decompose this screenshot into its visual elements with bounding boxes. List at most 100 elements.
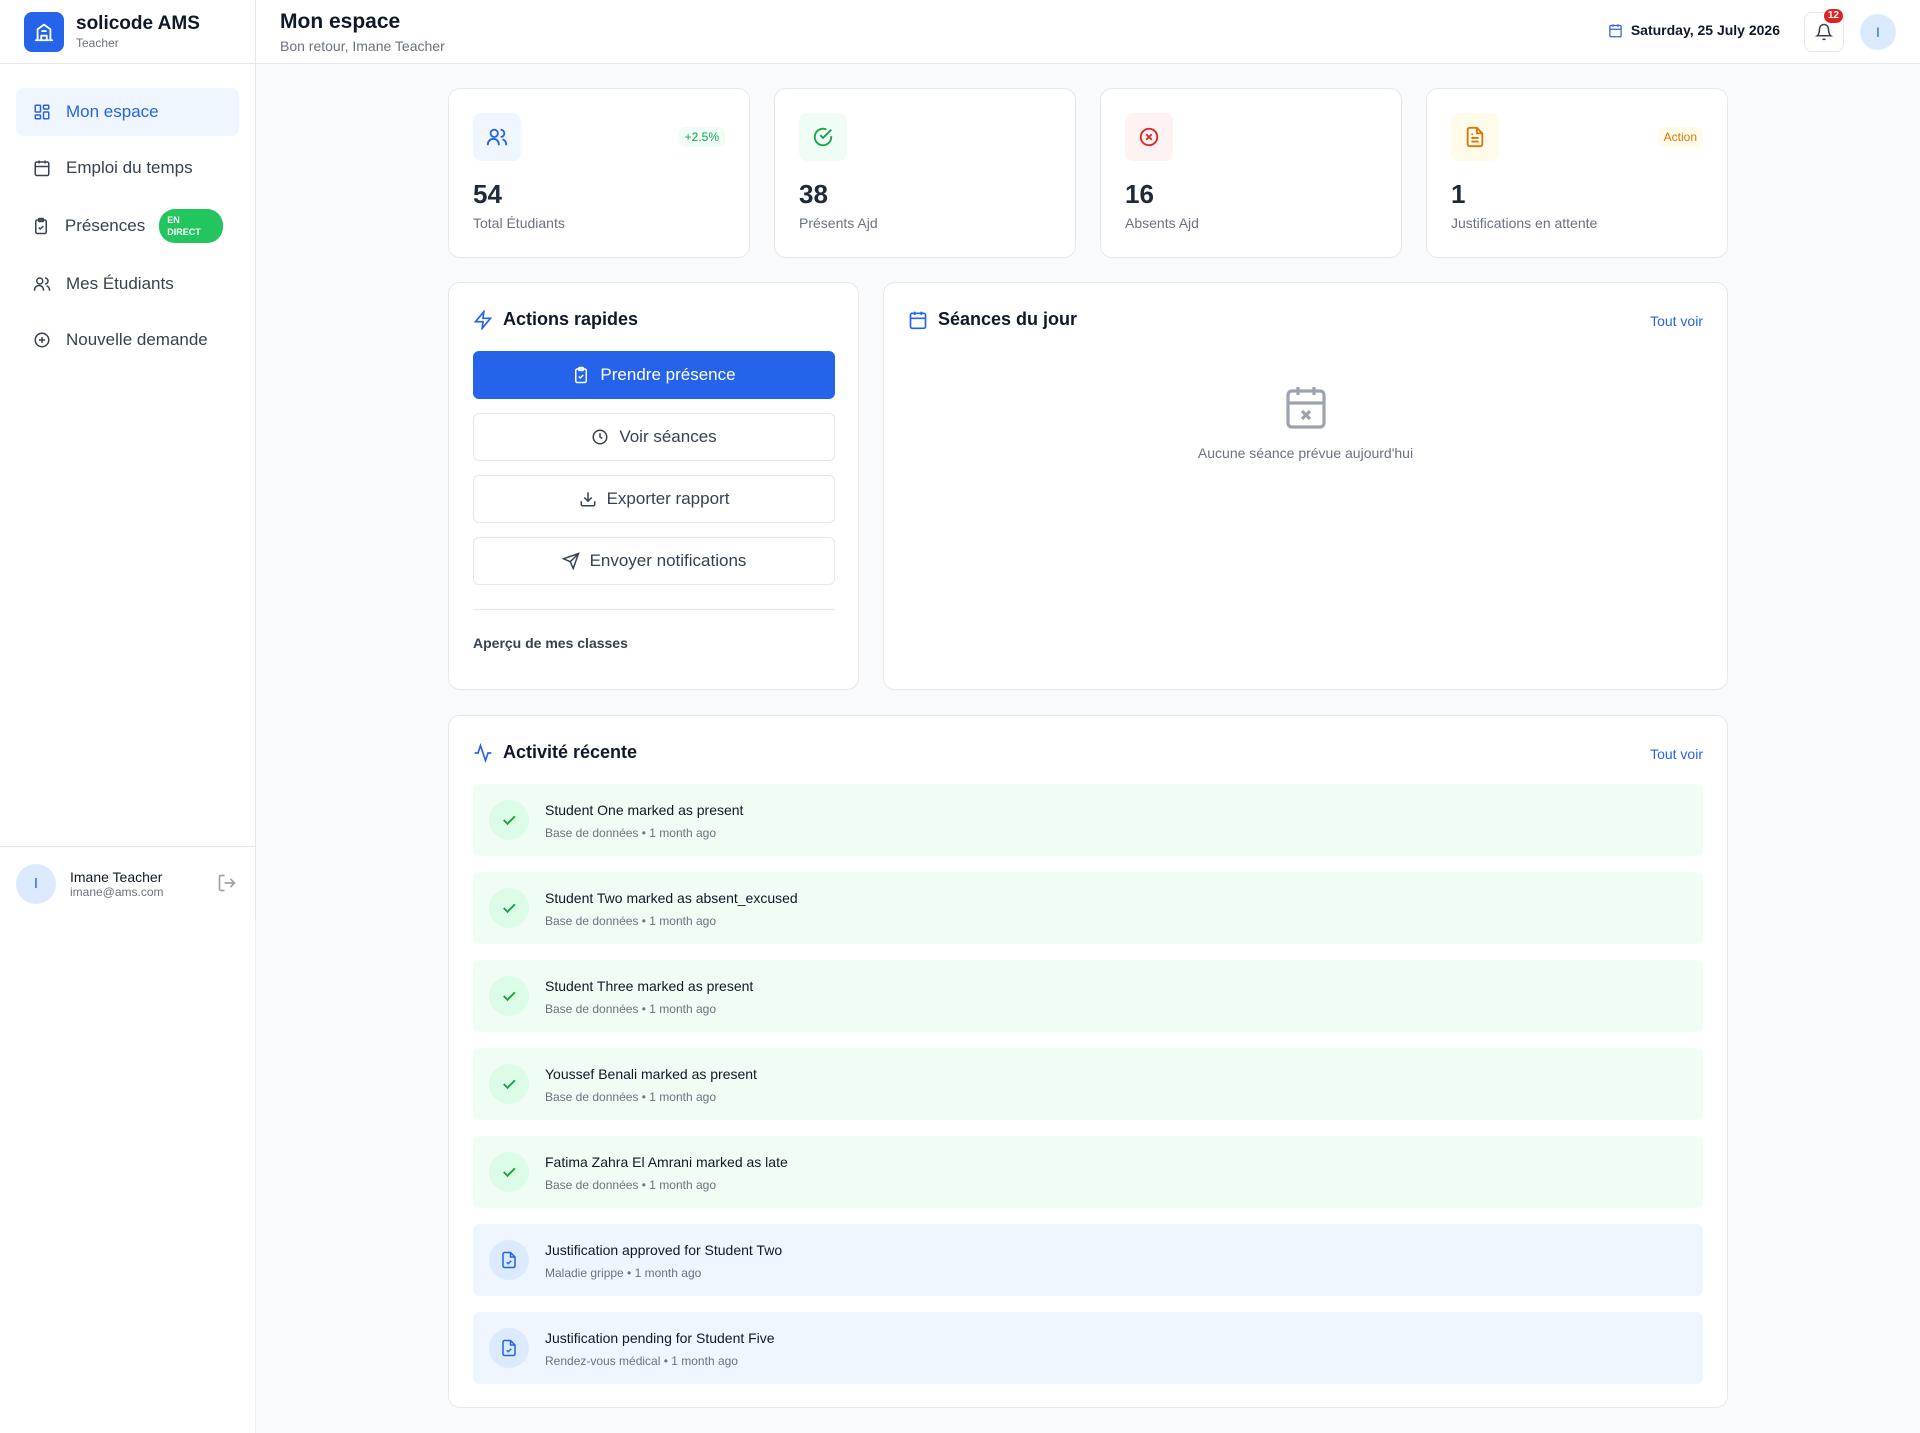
- school-logo-icon: [24, 11, 64, 52]
- sidebar-item-mes-etudiants[interactable]: Mes Étudiants: [16, 260, 239, 308]
- sidebar-item-presences[interactable]: Présences EN DIRECT: [16, 200, 239, 252]
- bell-icon: [1815, 23, 1833, 41]
- quick-actions-card: Actions rapides Prendre présence Voir sé…: [448, 282, 859, 690]
- notifications-button[interactable]: 12: [1804, 9, 1844, 52]
- sidebar-item-label: Mes Étudiants: [66, 274, 174, 293]
- take-attendance-button[interactable]: Prendre présence: [473, 351, 835, 399]
- sidebar-user: I Imane Teacher imane@ams.com: [0, 846, 255, 920]
- empty-sessions-text: Aucune séance prévue aujourd'hui: [1197, 445, 1414, 461]
- button-label: Prendre présence: [600, 365, 736, 384]
- sidebar-nav: Mon espace Emploi du temps Présences EN …: [0, 64, 255, 396]
- app-role: Teacher: [76, 35, 119, 50]
- logout-icon[interactable]: [217, 873, 237, 893]
- check-icon: [489, 800, 529, 840]
- activity-meta: Base de données • 1 month ago: [545, 1002, 716, 1016]
- activity-pulse-icon: [474, 742, 492, 763]
- sidebar-item-label: Emploi du temps: [66, 158, 193, 177]
- activity-item[interactable]: Youssef Benali marked as present Base de…: [473, 1048, 1703, 1120]
- users-icon: [32, 274, 52, 294]
- export-report-button[interactable]: Exporter rapport: [473, 475, 835, 523]
- calendar-icon: [1609, 23, 1622, 37]
- header-avatar[interactable]: I: [1860, 14, 1896, 50]
- send-icon: [561, 552, 580, 570]
- sessions-title-text: Séances du jour: [938, 309, 1078, 329]
- activity-meta: Base de données • 1 month ago: [545, 1178, 716, 1192]
- activity-meta: Base de données • 1 month ago: [545, 1090, 716, 1104]
- stat-value: 16: [1125, 179, 1154, 209]
- current-date: Saturday, 25 July 2026: [1608, 22, 1780, 38]
- view-sessions-button[interactable]: Voir séances: [473, 413, 835, 461]
- brand[interactable]: solicode AMS Teacher: [0, 0, 255, 64]
- send-notifications-button[interactable]: Envoyer notifications: [473, 537, 835, 585]
- file-check-icon: [489, 1328, 529, 1368]
- stat-card-absent-today: 16 Absents Ajd: [1100, 88, 1402, 258]
- file-text-icon: [1451, 113, 1499, 161]
- x-circle-icon: [1125, 113, 1173, 161]
- divider: [473, 609, 835, 610]
- calendar-icon: [909, 311, 927, 329]
- sidebar-item-nouvelle-demande[interactable]: Nouvelle demande: [16, 316, 239, 364]
- stat-label: Total Étudiants: [473, 215, 565, 231]
- activity-title: Fatima Zahra El Amrani marked as late: [545, 1154, 788, 1170]
- sessions-see-all-link[interactable]: Tout voir: [1650, 313, 1703, 329]
- file-check-icon: [489, 1240, 529, 1280]
- activity-title: Justification pending for Student Five: [545, 1330, 775, 1346]
- quick-actions-title-text: Actions rapides: [503, 309, 639, 329]
- check-icon: [489, 888, 529, 928]
- button-label: Envoyer notifications: [589, 551, 747, 570]
- sidebar-item-emploi-du-temps[interactable]: Emploi du temps: [16, 144, 239, 192]
- activity-title: Student Three marked as present: [545, 978, 754, 994]
- activity-title: Student One marked as present: [545, 802, 744, 818]
- clipboard-check-icon: [32, 216, 51, 236]
- page-subtitle: Bon retour, Imane Teacher: [280, 38, 445, 54]
- user-name: Imane Teacher: [70, 868, 163, 885]
- stat-value: 38: [799, 179, 828, 209]
- trend-badge: +2.5%: [678, 127, 725, 147]
- activity-item[interactable]: Student One marked as present Base de do…: [473, 784, 1703, 856]
- classes-overview-label: Aperçu de mes classes: [473, 635, 628, 651]
- quick-actions-title: Actions rapides: [473, 309, 638, 330]
- stat-card-total-students: +2.5% 54 Total Étudiants: [448, 88, 750, 258]
- avatar[interactable]: I: [16, 863, 56, 904]
- check-icon: [489, 976, 529, 1016]
- today-sessions-card: Séances du jour Tout voir Aucune séance …: [883, 282, 1728, 690]
- activity-meta: Rendez-vous médical • 1 month ago: [545, 1354, 738, 1368]
- notification-count-badge: 12: [1823, 9, 1843, 23]
- clock-icon: [592, 429, 608, 445]
- button-label: Voir séances: [619, 427, 717, 446]
- activity-item[interactable]: Justification approved for Student Two M…: [473, 1224, 1703, 1296]
- app-name: solicode AMS: [76, 12, 200, 34]
- activity-meta: Base de données • 1 month ago: [545, 826, 716, 840]
- sidebar-item-mon-espace[interactable]: Mon espace: [16, 88, 239, 136]
- sidebar: solicode AMS Teacher Mon espace Emploi d…: [0, 0, 256, 920]
- clipboard-icon: [575, 366, 588, 384]
- activity-item[interactable]: Student Three marked as present Base de …: [473, 960, 1703, 1032]
- recent-activity-card: Activité récente Tout voir Student One m…: [448, 715, 1728, 1408]
- activity-item[interactable]: Justification pending for Student Five R…: [473, 1312, 1703, 1384]
- date-text: Saturday, 25 July 2026: [1630, 22, 1780, 38]
- sessions-title: Séances du jour: [908, 309, 1077, 330]
- activity-item[interactable]: Student Two marked as absent_excused Bas…: [473, 872, 1703, 944]
- check-icon: [489, 1064, 529, 1104]
- stat-label: Présents Ajd: [799, 215, 878, 231]
- activity-title: Youssef Benali marked as present: [545, 1066, 757, 1082]
- activity-meta: Maladie grippe • 1 month ago: [545, 1266, 702, 1280]
- stat-label: Absents Ajd: [1125, 215, 1199, 231]
- activity-see-all-link[interactable]: Tout voir: [1650, 746, 1703, 762]
- users-icon: [473, 113, 521, 161]
- download-icon: [580, 492, 596, 507]
- top-header: Mon espace Bon retour, Imane Teacher Sat…: [256, 0, 1920, 64]
- action-badge: Action: [1657, 127, 1703, 147]
- user-email: imane@ams.com: [70, 884, 164, 899]
- page-title: Mon espace: [280, 10, 401, 33]
- button-label: Exporter rapport: [606, 489, 730, 508]
- dashboard-grid-icon: [32, 102, 52, 122]
- calendar-icon: [32, 158, 52, 178]
- sidebar-background: [0, 920, 256, 1433]
- live-badge: EN DIRECT: [159, 209, 223, 243]
- activity-item[interactable]: Fatima Zahra El Amrani marked as late Ba…: [473, 1136, 1703, 1208]
- activity-title-text: Activité récente: [503, 742, 638, 762]
- activity-meta: Base de données • 1 month ago: [545, 914, 716, 928]
- plus-circle-icon: [32, 330, 52, 350]
- zap-icon: [473, 309, 493, 330]
